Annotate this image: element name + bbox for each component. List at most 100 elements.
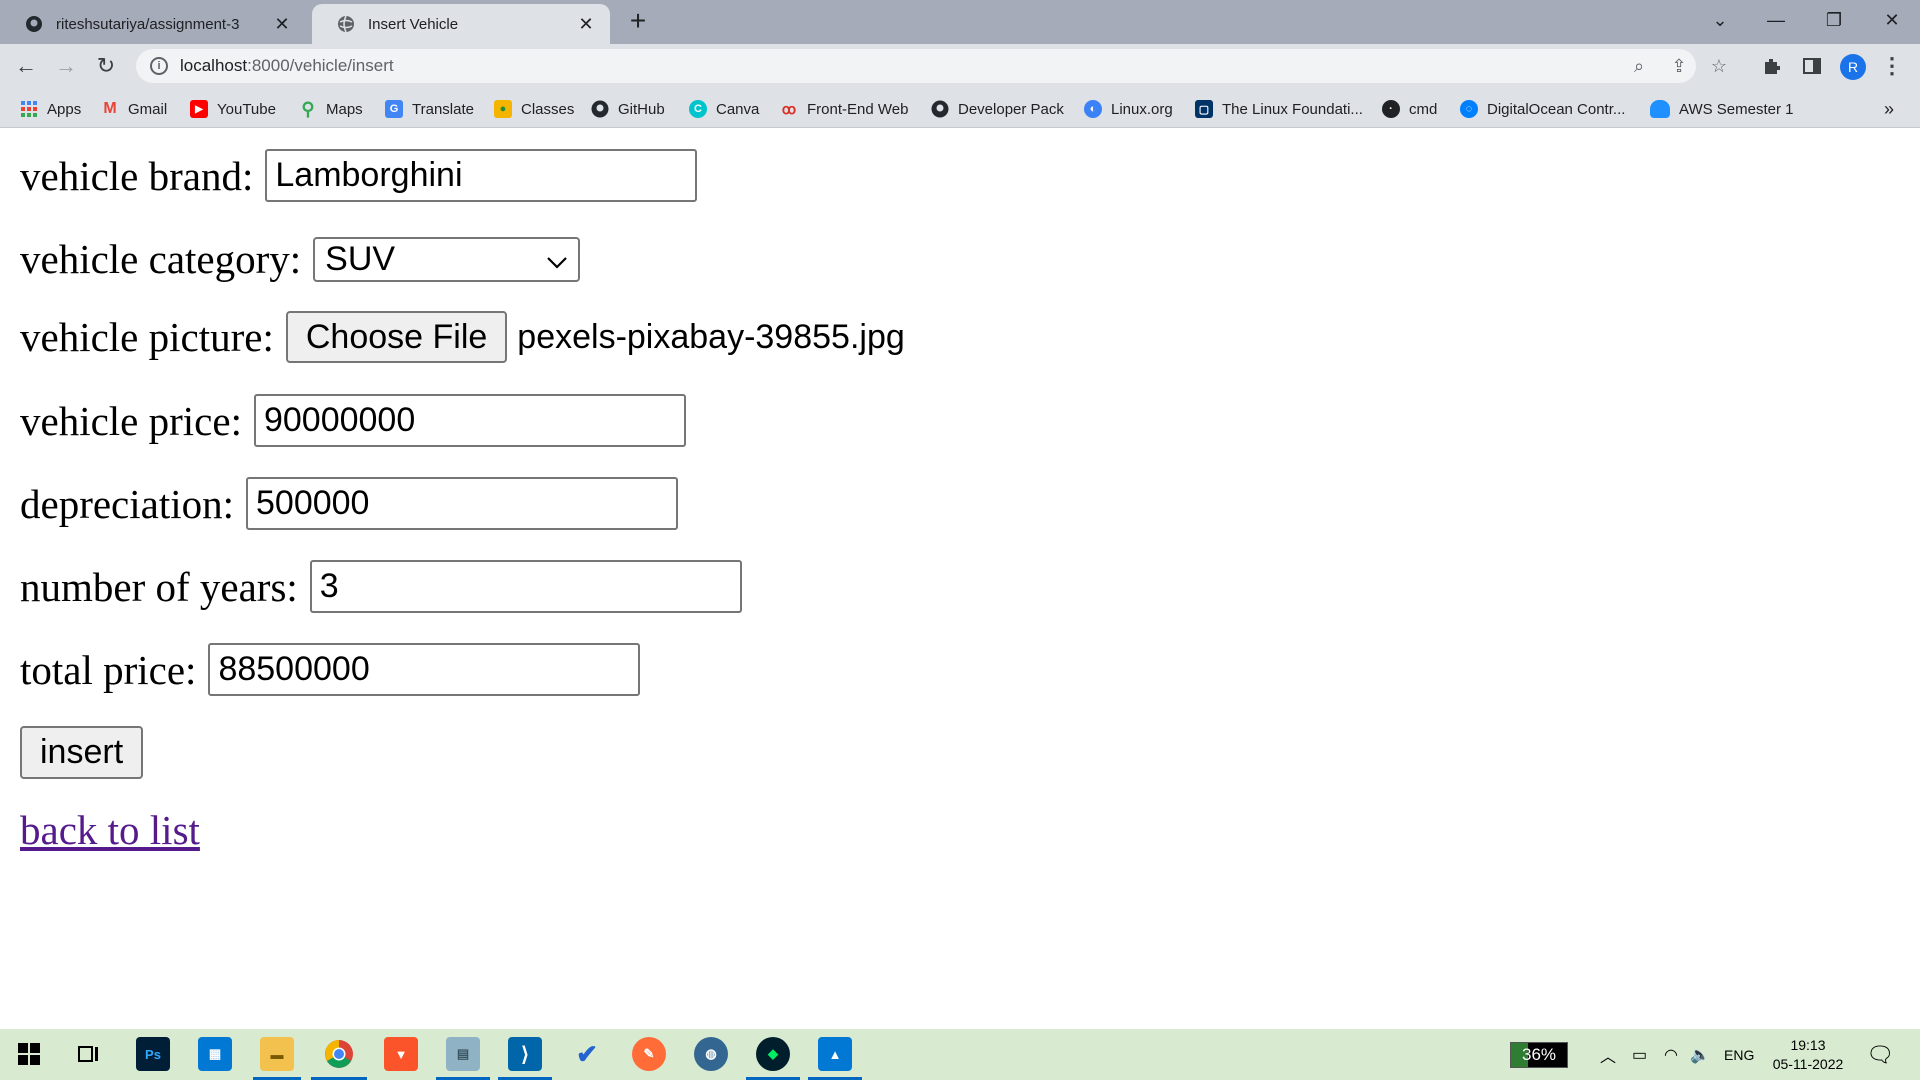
bookmark-front-end-web[interactable]: ꝏ Front-End Web: [780, 98, 909, 120]
github-icon: [24, 14, 44, 34]
bookmark-digitalocean[interactable]: ◌ DigitalOcean Contr...: [1460, 98, 1625, 120]
file-name: pexels-pixabay-39855.jpg: [517, 317, 905, 356]
restore-button[interactable]: ❐: [1806, 0, 1862, 40]
todo-icon[interactable]: ✔: [570, 1037, 604, 1071]
windows-start-icon[interactable]: [12, 1037, 46, 1071]
notepad-icon[interactable]: ▤: [446, 1037, 480, 1071]
total-label: total price:: [20, 646, 197, 693]
tab-github[interactable]: riteshsutariya/assignment-3 ✕: [0, 4, 306, 44]
back-row: back to list: [20, 806, 200, 854]
choose-file-button[interactable]: Choose File: [285, 311, 508, 363]
total-row: total price: 88500000: [20, 643, 641, 696]
clock[interactable]: 19:13 05-11-2022: [1768, 1029, 1848, 1080]
chrome-icon[interactable]: [322, 1037, 356, 1071]
bookmark-linux-foundation[interactable]: ▢ The Linux Foundati...: [1195, 98, 1363, 120]
mongodb-compass-icon[interactable]: ◆: [756, 1037, 790, 1071]
maps-icon: ⚲: [301, 98, 315, 119]
close-window-button[interactable]: ✕: [1864, 0, 1920, 40]
wifi-icon[interactable]: ◠: [1664, 1029, 1678, 1080]
bookmark-github[interactable]: GitHub: [591, 98, 665, 120]
page-content: vehicle brand: Lamborghini vehicle categ…: [0, 129, 1920, 1029]
zoom-icon[interactable]: ⌕: [1629, 56, 1649, 76]
globe-icon: [336, 14, 356, 34]
postgresql-icon[interactable]: ◍: [694, 1037, 728, 1071]
profile-avatar[interactable]: R: [1840, 54, 1866, 80]
reload-icon[interactable]: ↻: [90, 50, 122, 82]
years-input[interactable]: 3: [309, 560, 742, 613]
tab-search-icon[interactable]: ⌄: [1692, 0, 1748, 40]
github-icon: [931, 100, 949, 118]
bookmark-linux-org[interactable]: ◐ Linux.org: [1084, 98, 1173, 120]
insert-button[interactable]: insert: [20, 726, 144, 779]
vscode-icon[interactable]: ⟩: [508, 1037, 542, 1071]
category-select[interactable]: SUV: [313, 236, 581, 282]
extensions-icon[interactable]: [1760, 54, 1784, 78]
price-input[interactable]: 90000000: [253, 394, 686, 447]
address-bar[interactable]: i localhost:8000/vehicle/insert ⌕ ⇪ ☆: [136, 49, 1727, 83]
brand-label: vehicle brand:: [20, 152, 254, 199]
windows-taskbar: Ps ▦ ▬ ▼ ▤ ⟩ ✔ ✎ ◍ ◆ ▲ 36% ︿ ▭ ◠ 🔈 ENG 1…: [0, 1029, 1920, 1080]
bookmark-gmail[interactable]: M Gmail: [101, 98, 167, 120]
new-tab-button[interactable]: +: [622, 6, 654, 38]
digitalocean-icon: ◌: [1460, 100, 1478, 118]
linux-foundation-icon: ▢: [1195, 100, 1213, 118]
bookmark-translate[interactable]: G Translate: [385, 98, 474, 120]
menu-kebab-icon[interactable]: ⋮: [1880, 53, 1904, 78]
translate-icon: G: [385, 100, 403, 118]
photos-icon[interactable]: ▲: [818, 1037, 852, 1071]
side-panel-icon[interactable]: [1800, 54, 1824, 78]
classroom-icon: ●: [494, 100, 512, 118]
language-indicator[interactable]: ENG: [1724, 1029, 1754, 1080]
bookmark-cmd[interactable]: · cmd: [1382, 98, 1437, 120]
brand-row: vehicle brand: Lamborghini: [20, 149, 698, 202]
postman-icon[interactable]: ✎: [632, 1037, 666, 1071]
notifications-icon[interactable]: 🗨: [1866, 1029, 1894, 1080]
linux-icon: ◐: [1084, 100, 1102, 118]
file-explorer-icon[interactable]: ▬: [260, 1037, 294, 1071]
clock-time: 19:13: [1790, 1036, 1826, 1053]
battery-icon[interactable]: ▭: [1632, 1029, 1647, 1080]
bookmark-star-icon[interactable]: ☆: [1709, 56, 1729, 76]
brand-input[interactable]: Lamborghini: [265, 149, 698, 202]
years-row: number of years: 3: [20, 560, 742, 613]
gmail-icon: M: [103, 100, 117, 117]
tab-title: riteshsutariya/assignment-3: [56, 15, 240, 33]
bookmark-youtube[interactable]: ▶ YouTube: [190, 98, 276, 120]
frontend-icon: ꝏ: [781, 100, 797, 117]
price-label: vehicle price:: [20, 397, 242, 444]
bookmark-aws[interactable]: AWS Semester 1: [1650, 98, 1793, 120]
share-icon[interactable]: ⇪: [1669, 56, 1689, 76]
close-tab-icon[interactable]: ✕: [576, 14, 596, 34]
bookmark-apps[interactable]: Apps: [20, 98, 81, 120]
site-info-icon[interactable]: i: [150, 57, 168, 75]
bookmark-classes[interactable]: ● Classes: [494, 98, 574, 120]
depreciation-label: depreciation:: [20, 480, 235, 527]
photoshop-icon[interactable]: Ps: [136, 1037, 170, 1071]
microsoft-store-icon[interactable]: ▦: [198, 1037, 232, 1071]
battery-meter[interactable]: 36%: [1510, 1029, 1568, 1080]
forward-icon[interactable]: →: [50, 50, 82, 82]
show-hidden-icons-icon[interactable]: ︿: [1600, 1029, 1616, 1080]
cmd-icon: ·: [1382, 100, 1400, 118]
bookmark-developer-pack[interactable]: Developer Pack: [931, 98, 1064, 120]
canva-icon: C: [689, 100, 707, 118]
total-price-input[interactable]: 88500000: [208, 643, 641, 696]
minimize-button[interactable]: —: [1748, 0, 1804, 40]
insert-row: insert: [20, 726, 144, 779]
task-view-icon[interactable]: [72, 1037, 106, 1071]
bookmarks-overflow-icon[interactable]: »: [1884, 98, 1894, 120]
brave-icon[interactable]: ▼: [384, 1037, 418, 1071]
tab-strip: riteshsutariya/assignment-3 ✕ Insert Veh…: [0, 0, 1920, 44]
tab-title: Insert Vehicle: [368, 15, 459, 33]
years-label: number of years:: [20, 563, 298, 610]
close-tab-icon[interactable]: ✕: [272, 14, 292, 34]
clock-date: 05-11-2022: [1772, 1055, 1844, 1072]
back-to-list-link[interactable]: back to list: [20, 806, 200, 854]
volume-icon[interactable]: 🔈: [1690, 1029, 1710, 1080]
bookmark-maps[interactable]: ⚲ Maps: [299, 98, 362, 120]
back-icon[interactable]: ←: [10, 50, 42, 82]
battery-level: 36%: [1510, 1041, 1568, 1068]
tab-insert-vehicle[interactable]: Insert Vehicle ✕: [312, 4, 610, 44]
bookmark-canva[interactable]: C Canva: [689, 98, 759, 120]
depreciation-input[interactable]: 500000: [246, 477, 679, 530]
